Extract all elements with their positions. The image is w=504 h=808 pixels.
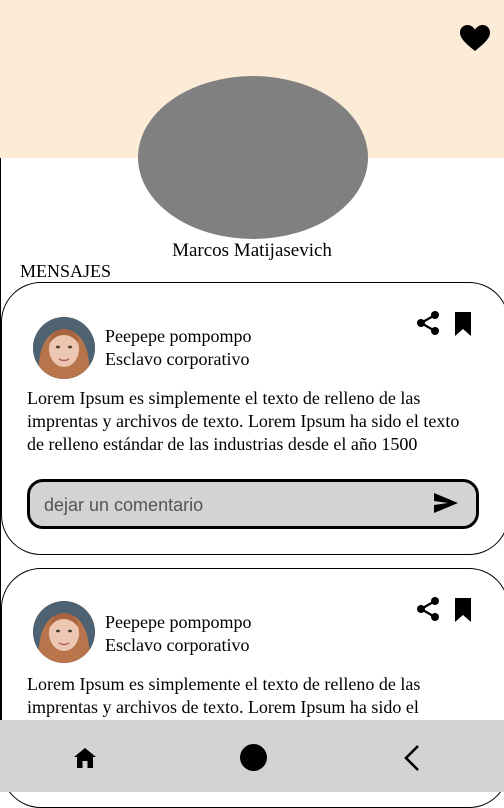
share-icon[interactable] <box>415 596 441 622</box>
bookmark-icon[interactable] <box>453 597 473 623</box>
home-icon[interactable] <box>73 746 97 770</box>
send-icon[interactable] <box>433 491 459 515</box>
profile-avatar[interactable] <box>138 76 368 239</box>
heart-icon[interactable] <box>459 24 491 52</box>
author-avatar[interactable] <box>33 317 95 379</box>
post-text: Lorem Ipsum es simplemente el texto de r… <box>27 388 460 454</box>
back-chevron-icon[interactable] <box>402 744 422 772</box>
author-avatar[interactable] <box>33 601 95 663</box>
author-name: Peepepe pompompo <box>105 612 252 632</box>
comment-input[interactable] <box>42 491 416 519</box>
share-icon[interactable] <box>415 310 441 336</box>
section-title: MENSAJES <box>20 261 112 281</box>
bookmark-icon[interactable] <box>453 311 473 337</box>
post-text: Lorem Ipsum es simplemente el texto de r… <box>27 674 421 717</box>
author-name: Peepepe pompompo <box>105 326 252 346</box>
author-role: Esclavo corporativo <box>105 349 250 369</box>
author-role: Esclavo corporativo <box>105 635 250 655</box>
comment-field[interactable] <box>27 479 479 529</box>
profile-name: Marcos Matijasevich <box>172 240 332 261</box>
circle-icon[interactable] <box>240 744 267 771</box>
